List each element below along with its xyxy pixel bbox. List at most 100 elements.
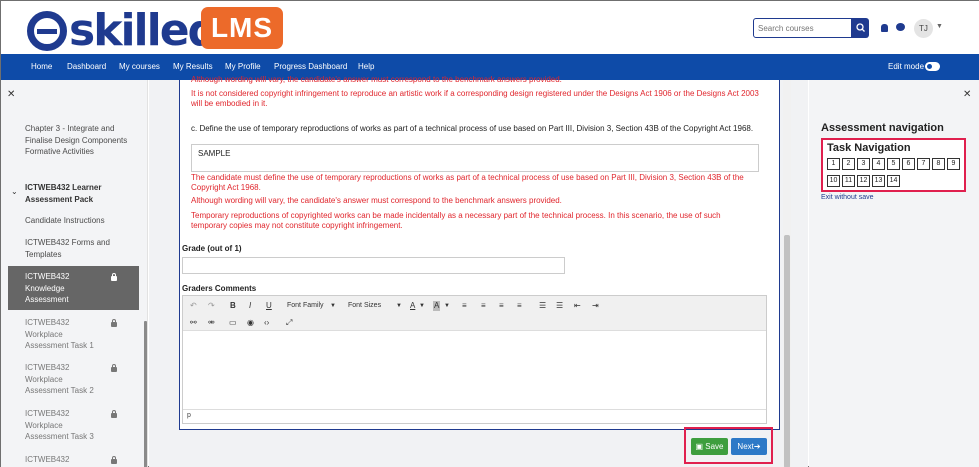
drawer-item-workplace-task-3[interactable]: ICTWEB432 Workplace Assessment Task 3 (25, 408, 107, 443)
search-input[interactable] (753, 18, 852, 38)
assessment-nav-drawer: ✕ Assessment navigation Task Navigation … (809, 80, 979, 467)
redo-icon[interactable]: ↷ (208, 301, 215, 311)
lms-logo-badge: LMS (201, 7, 283, 49)
notification-bell-icon[interactable] (881, 24, 888, 32)
search-icon (856, 23, 865, 32)
background-color-icon[interactable]: A (433, 301, 441, 311)
align-center-icon[interactable]: ≡ (481, 301, 486, 311)
close-drawer-icon[interactable]: ✕ (963, 89, 971, 100)
task-navigation-title: Task Navigation (827, 142, 911, 154)
site-header: eskilledskilled LMS TJ ▼ (1, 1, 979, 54)
editor-toolbar: ↶ ↷ B I U Font Family ▼ Font Sizes ▼ A ▼… (183, 296, 766, 331)
task-navigation-panel: Task Navigation 1 2 3 4 5 6 7 8 9 10 11 … (821, 138, 966, 192)
close-drawer-icon[interactable]: ✕ (7, 89, 15, 100)
task-button-3[interactable]: 3 (857, 158, 870, 170)
lock-icon (111, 456, 117, 464)
save-button[interactable]: ▣ Save (691, 438, 728, 455)
unlink-icon[interactable]: ⚮ (208, 318, 215, 328)
task-button-1[interactable]: 1 (827, 158, 840, 170)
italic-button[interactable]: I (249, 301, 251, 311)
font-family-select[interactable]: Font Family (287, 301, 324, 311)
drawer-scrollbar[interactable] (144, 321, 147, 467)
task-button-2[interactable]: 2 (842, 158, 855, 170)
assessment-navigation-title: Assessment navigation (821, 122, 944, 134)
benchmark-note-2: Although wording will vary, the candidat… (191, 196, 562, 205)
page-scrollbar-thumb[interactable] (784, 235, 790, 467)
exit-without-save-link[interactable]: Exit without save (821, 194, 874, 201)
task-button-11[interactable]: 11 (842, 175, 855, 187)
drawer-item-chapter-3[interactable]: Chapter 3 - Integrate and Finalise Desig… (25, 123, 131, 158)
chevron-down-icon: ▼ (444, 303, 450, 309)
chevron-down-icon: ▼ (330, 303, 336, 309)
nav-home[interactable]: Home (31, 54, 52, 80)
preview-icon[interactable]: ◉ (247, 318, 254, 328)
underline-button[interactable]: U (266, 301, 272, 311)
course-index-drawer: ✕ Chapter 3 - Integrate and Finalise Des… (1, 80, 148, 467)
task-button-6[interactable]: 6 (902, 158, 915, 170)
editor-statusbar: p (183, 409, 766, 423)
drawer-item-candidate-instructions[interactable]: Candidate Instructions (25, 215, 131, 227)
lock-icon (111, 319, 117, 327)
font-sizes-select[interactable]: Font Sizes (348, 301, 381, 311)
benchmark-criteria: The candidate must define the use of tem… (191, 173, 744, 192)
chevron-down-icon: ▼ (419, 303, 425, 309)
task-button-14[interactable]: 14 (887, 175, 900, 187)
undo-icon[interactable]: ↶ (190, 301, 197, 311)
save-icon: ▣ (695, 442, 706, 451)
chevron-down-icon[interactable]: ⌄ (11, 187, 18, 196)
link-icon[interactable]: ⚯ (190, 318, 197, 328)
align-right-icon[interactable]: ≡ (499, 301, 504, 311)
task-button-10[interactable]: 10 (827, 175, 840, 187)
lock-icon (111, 273, 117, 281)
graders-comments-label: Graders Comments (182, 284, 257, 293)
comments-editor: ↶ ↷ B I U Font Family ▼ Font Sizes ▼ A ▼… (182, 295, 767, 424)
benchmark-note: Although wording will vary, the candidat… (191, 75, 562, 84)
nav-dashboard[interactable]: Dashboard (67, 54, 106, 80)
print-icon[interactable]: ▭ (229, 318, 237, 328)
bold-button[interactable]: B (230, 301, 236, 311)
task-button-13[interactable]: 13 (872, 175, 885, 187)
task-button-12[interactable]: 12 (857, 175, 870, 187)
eskilled-logo[interactable]: eskilledskilled (27, 5, 219, 54)
indent-icon[interactable]: ⇥ (592, 301, 599, 311)
task-button-7[interactable]: 7 (917, 158, 930, 170)
candidate-answer: SAMPLE (191, 144, 759, 172)
align-left-icon[interactable]: ≡ (462, 301, 467, 311)
numbered-list-icon[interactable]: ☰ (556, 301, 563, 311)
task-button-4[interactable]: 4 (872, 158, 885, 170)
text-color-icon[interactable]: A (410, 301, 415, 311)
main-content: Although wording will vary, the candidat… (149, 75, 808, 467)
bullet-list-icon[interactable]: ☰ (539, 301, 546, 311)
drawer-item-workplace-task-2[interactable]: ICTWEB432 Workplace Assessment Task 2 (25, 362, 107, 397)
chevron-down-icon: ▼ (396, 303, 402, 309)
outdent-icon[interactable]: ⇤ (574, 301, 581, 311)
drawer-item-next[interactable]: ICTWEB432 (25, 454, 107, 466)
question-c-text: c. Define the use of temporary reproduct… (191, 124, 754, 133)
next-button[interactable]: Next➔ (731, 438, 767, 455)
edit-mode-toggle[interactable] (925, 62, 940, 71)
task-button-9[interactable]: 9 (947, 158, 960, 170)
nav-my-courses[interactable]: My courses (119, 54, 160, 80)
benchmark-answer-2: Temporary reproductions of copyrighted w… (191, 211, 721, 230)
question-card: Although wording will vary, the candidat… (179, 75, 780, 430)
drawer-section-learner-pack[interactable]: ICTWEB432 Learner Assessment Pack (25, 182, 131, 205)
task-button-8[interactable]: 8 (932, 158, 945, 170)
course-search (753, 18, 869, 38)
drawer-item-workplace-task-1[interactable]: ICTWEB432 Workplace Assessment Task 1 (25, 317, 107, 352)
grade-input[interactable] (182, 257, 565, 274)
drawer-item-knowledge-assessment[interactable]: ICTWEB432 Knowledge Assessment (25, 271, 105, 306)
task-button-5[interactable]: 5 (887, 158, 900, 170)
lock-icon (111, 364, 117, 372)
chevron-down-icon[interactable]: ▼ (936, 23, 943, 30)
search-button[interactable] (852, 18, 869, 38)
user-avatar[interactable]: TJ (914, 19, 933, 38)
messages-icon[interactable] (896, 23, 905, 31)
arrow-right-icon: ➔ (753, 442, 761, 451)
source-code-icon[interactable]: ‹› (264, 318, 269, 328)
fullscreen-icon[interactable]: ⤢ (286, 318, 292, 328)
lock-icon (111, 410, 117, 418)
benchmark-answer: It is not considered copyright infringem… (191, 89, 759, 108)
align-justify-icon[interactable]: ≡ (517, 301, 522, 311)
drawer-item-forms-templates[interactable]: ICTWEB432 Forms and Templates (25, 237, 131, 260)
edit-mode-label: Edit mode (888, 62, 925, 71)
